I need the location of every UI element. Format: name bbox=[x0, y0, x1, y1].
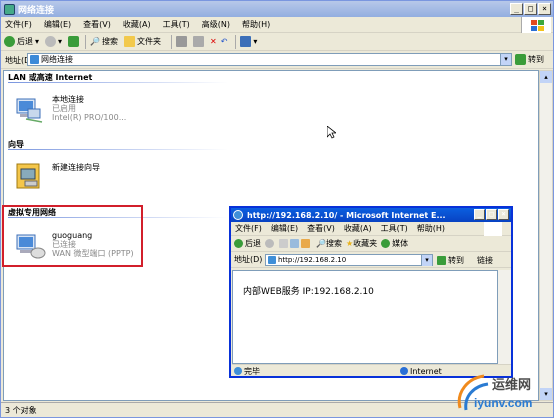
address-input[interactable]: 网络连接 ▾ bbox=[27, 53, 512, 66]
ie-menu-bar: 文件(F) 编辑(E) 查看(V) 收藏(A) 工具(T) 帮助(H) bbox=[231, 222, 511, 236]
chevron-down-icon: ▾ bbox=[58, 37, 63, 46]
mouse-cursor-icon bbox=[327, 126, 336, 139]
copy-to-icon[interactable] bbox=[193, 36, 204, 47]
connection-name: 本地连接 bbox=[52, 95, 84, 104]
ie-back-button[interactable]: 后退 bbox=[234, 238, 261, 249]
ie-links-button[interactable]: 链接 bbox=[477, 255, 493, 266]
chevron-down-icon[interactable]: ▾ bbox=[500, 54, 511, 65]
ie-menu-edit[interactable]: 编辑(E) bbox=[271, 223, 298, 234]
title-bar: 网络连接 _ □ × bbox=[1, 1, 553, 17]
windows-logo-icon bbox=[484, 222, 502, 236]
menu-file[interactable]: 文件(F) bbox=[5, 19, 32, 30]
forward-button[interactable]: ▾ bbox=[45, 36, 62, 47]
go-button[interactable]: 转到 bbox=[515, 54, 544, 65]
internet-zone-icon bbox=[400, 367, 408, 375]
delete-icon[interactable]: ✕ bbox=[210, 37, 217, 46]
menu-advanced[interactable]: 高级(N) bbox=[202, 19, 230, 30]
forward-arrow-icon[interactable] bbox=[265, 239, 274, 248]
ie-menu-favorites[interactable]: 收藏(A) bbox=[344, 223, 372, 234]
ie-address-bar: 地址(D) http://192.168.2.10 ▾ 转到 链接 bbox=[231, 252, 511, 268]
window-title: 网络连接 bbox=[18, 5, 55, 16]
menu-edit[interactable]: 编辑(E) bbox=[44, 19, 71, 30]
ie-menu-file[interactable]: 文件(F) bbox=[235, 223, 262, 234]
chevron-down-icon[interactable]: ▾ bbox=[253, 37, 257, 46]
ie-favorites-button[interactable]: ★ 收藏夹 bbox=[346, 238, 377, 249]
chevron-down-icon: ▾ bbox=[35, 37, 40, 46]
vertical-scrollbar[interactable]: ▴ ▾ bbox=[539, 70, 553, 401]
menu-bar: 文件(F) 编辑(E) 查看(V) 收藏(A) 工具(T) 高级(N) 帮助(H… bbox=[1, 17, 553, 33]
refresh-icon[interactable] bbox=[290, 239, 299, 248]
new-connection-wizard[interactable]: 新建连接向导 bbox=[14, 161, 100, 191]
menu-favorites[interactable]: 收藏(A) bbox=[123, 19, 151, 30]
forward-arrow-icon bbox=[45, 36, 57, 47]
ie-zone-text: Internet bbox=[410, 366, 442, 376]
back-arrow-icon bbox=[4, 36, 15, 47]
ie-address-label: 地址(D) bbox=[234, 255, 263, 264]
folder-icon bbox=[124, 36, 135, 47]
ie-vertical-scrollbar[interactable] bbox=[498, 270, 511, 364]
menu-tools[interactable]: 工具(T) bbox=[163, 19, 190, 30]
vpn-highlight-box bbox=[2, 205, 143, 267]
minimize-button[interactable]: _ bbox=[510, 3, 523, 15]
ie-menu-view[interactable]: 查看(V) bbox=[307, 223, 335, 234]
connection-device: Intel(R) PRO/100... bbox=[52, 113, 127, 122]
ie-go-button[interactable]: 转到 bbox=[437, 255, 464, 266]
undo-icon[interactable]: ↶ bbox=[221, 37, 228, 46]
page-icon bbox=[268, 256, 276, 264]
page-body-text: 内部WEB服务 IP:192.168.2.10 bbox=[243, 287, 374, 297]
ie-window-title: http://192.168.2.10/ - Microsoft Interne… bbox=[247, 210, 446, 220]
search-button[interactable]: 🔎 搜索 bbox=[90, 36, 118, 47]
ie-window: http://192.168.2.10/ - Microsoft Interne… bbox=[229, 206, 513, 378]
network-connection-icon bbox=[16, 98, 43, 123]
connection-local[interactable]: 本地连接 已启用 Intel(R) PRO/100... bbox=[14, 95, 126, 125]
page-done-icon bbox=[234, 367, 242, 375]
address-bar: 地址(D) 网络连接 ▾ 转到 bbox=[1, 52, 553, 69]
toolbar: 后退 ▾ ▾ 🔎 搜索 文件夹 ✕ ↶ ▾ bbox=[1, 33, 553, 51]
ie-minimize-button[interactable]: _ bbox=[474, 209, 485, 220]
group-divider bbox=[8, 82, 228, 83]
ie-address-input[interactable]: http://192.168.2.10 ▾ bbox=[265, 254, 433, 266]
wizard-name: 新建连接向导 bbox=[52, 163, 100, 172]
ie-status-text: 完毕 bbox=[244, 366, 260, 376]
folders-button[interactable]: 文件夹 bbox=[124, 36, 161, 47]
ie-toolbar: 后退 🔎 搜索 ★ 收藏夹 媒体 bbox=[231, 236, 511, 252]
ie-menu-help[interactable]: 帮助(H) bbox=[417, 223, 445, 234]
go-arrow-icon bbox=[437, 256, 446, 265]
ie-logo-icon bbox=[233, 210, 243, 220]
ie-close-button[interactable]: × bbox=[498, 209, 509, 220]
ie-menu-tools[interactable]: 工具(T) bbox=[381, 223, 408, 234]
ie-media-button[interactable]: 媒体 bbox=[381, 238, 408, 249]
back-button[interactable]: 后退 ▾ bbox=[4, 36, 39, 47]
close-button[interactable]: × bbox=[538, 3, 551, 15]
maximize-button[interactable]: □ bbox=[524, 3, 537, 15]
scroll-up-icon[interactable]: ▴ bbox=[540, 71, 552, 83]
star-icon: ★ bbox=[345, 239, 354, 248]
media-icon bbox=[381, 239, 391, 248]
ie-search-button[interactable]: 🔎 搜索 bbox=[316, 238, 342, 249]
watermark-logo: 运维网 iyunv.com bbox=[454, 372, 550, 414]
move-to-icon[interactable] bbox=[176, 36, 187, 47]
object-count: 3 个对象 bbox=[5, 405, 37, 415]
chevron-down-icon[interactable]: ▾ bbox=[421, 255, 432, 266]
network-connections-icon bbox=[30, 55, 39, 64]
network-folder-icon bbox=[4, 3, 15, 15]
menu-help[interactable]: 帮助(H) bbox=[242, 19, 270, 30]
search-icon: 🔎 bbox=[90, 37, 100, 46]
up-folder-icon[interactable] bbox=[68, 36, 80, 47]
menu-view[interactable]: 查看(V) bbox=[83, 19, 111, 30]
back-arrow-icon bbox=[234, 239, 243, 248]
ie-title-bar: http://192.168.2.10/ - Microsoft Interne… bbox=[231, 208, 511, 222]
search-icon: 🔎 bbox=[316, 239, 326, 248]
group-divider bbox=[8, 149, 228, 150]
wizard-icon bbox=[16, 163, 40, 189]
windows-logo-icon bbox=[521, 17, 551, 33]
ie-maximize-button[interactable]: □ bbox=[486, 209, 497, 220]
stop-icon[interactable] bbox=[279, 239, 288, 248]
home-icon[interactable] bbox=[301, 239, 310, 248]
connection-status: 已启用 bbox=[52, 104, 76, 113]
ie-page-content: 内部WEB服务 IP:192.168.2.10 bbox=[232, 270, 498, 364]
views-icon[interactable] bbox=[240, 36, 252, 47]
go-arrow-icon bbox=[515, 54, 526, 65]
